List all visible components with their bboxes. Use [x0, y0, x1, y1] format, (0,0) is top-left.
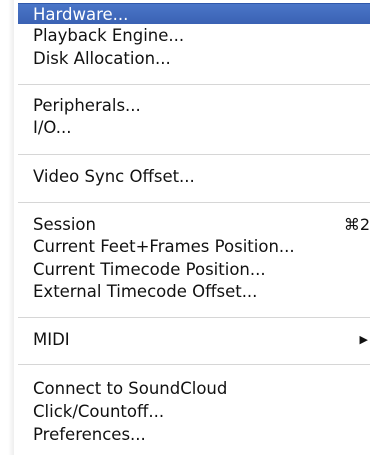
menu-separator: [18, 317, 370, 318]
menu-item-label: Connect to SoundCloud: [33, 379, 228, 398]
menu-item-external-timecode-offset[interactable]: External Timecode Offset...: [18, 281, 370, 302]
menu-separator: [18, 154, 370, 155]
menu-item-label: Current Timecode Position...: [33, 260, 266, 279]
menu-item-playback-engine[interactable]: Playback Engine...: [18, 25, 370, 46]
menu-item-label: I/O...: [33, 118, 72, 137]
menu-item-midi[interactable]: MIDI ▶: [18, 329, 370, 350]
menu-item-label: Current Feet+Frames Position...: [33, 237, 295, 256]
keyboard-shortcut: ⌘2: [343, 215, 370, 234]
menu-item-click-countoff[interactable]: Click/Countoff...: [18, 401, 370, 422]
menu-item-hardware[interactable]: Hardware...: [18, 3, 370, 24]
menu-item-label: Click/Countoff...: [33, 402, 165, 421]
menu-item-session[interactable]: Session ⌘2: [18, 214, 370, 235]
menu-separator: [18, 364, 370, 365]
menu-item-connect-to-soundcloud[interactable]: Connect to SoundCloud: [18, 378, 370, 399]
menu-item-label: Hardware...: [33, 5, 129, 24]
menu-item-label: Session: [33, 215, 96, 234]
menu-item-label: Peripherals...: [33, 96, 141, 115]
menu-item-disk-allocation[interactable]: Disk Allocation...: [18, 48, 370, 69]
menu-item-current-timecode-position[interactable]: Current Timecode Position...: [18, 259, 370, 280]
menu-item-label: Playback Engine...: [33, 26, 185, 45]
setup-menu: Hardware... Playback Engine... Disk Allo…: [18, 0, 370, 455]
menu-item-peripherals[interactable]: Peripherals...: [18, 95, 370, 116]
menu-item-label: MIDI: [33, 330, 70, 349]
menu-item-preferences[interactable]: Preferences...: [18, 424, 370, 445]
menu-item-video-sync-offset[interactable]: Video Sync Offset...: [18, 166, 370, 187]
menu-left-edge-shadow: [8, 0, 14, 455]
menu-item-current-feet-frames-position[interactable]: Current Feet+Frames Position...: [18, 236, 370, 257]
menu-item-label: Disk Allocation...: [33, 49, 171, 68]
menu-item-label: Video Sync Offset...: [33, 167, 195, 186]
menu-separator: [18, 202, 370, 203]
menu-item-label: Preferences...: [33, 425, 146, 444]
menu-item-io[interactable]: I/O...: [18, 117, 370, 138]
menu-item-label: External Timecode Offset...: [33, 282, 258, 301]
menu-separator: [18, 84, 370, 85]
submenu-arrow-icon: ▶: [359, 333, 368, 346]
